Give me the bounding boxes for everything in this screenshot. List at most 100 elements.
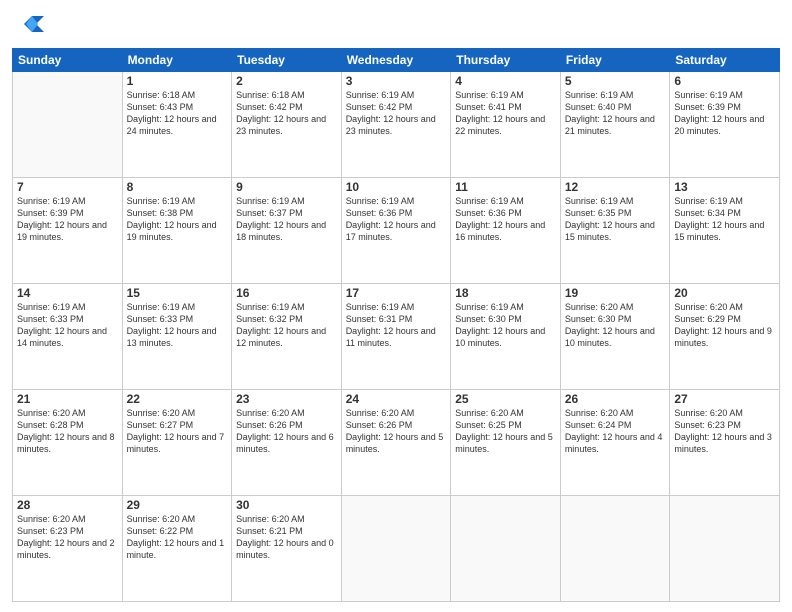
day-info: Sunrise: 6:19 AMSunset: 6:35 PMDaylight:… xyxy=(565,195,666,244)
day-info: Sunrise: 6:20 AMSunset: 6:27 PMDaylight:… xyxy=(127,407,228,456)
logo-icon xyxy=(12,10,44,42)
week-row-1: 7Sunrise: 6:19 AMSunset: 6:39 PMDaylight… xyxy=(13,178,780,284)
calendar-cell: 17Sunrise: 6:19 AMSunset: 6:31 PMDayligh… xyxy=(341,284,451,390)
calendar-cell xyxy=(560,496,670,602)
day-number: 6 xyxy=(674,74,775,88)
day-info: Sunrise: 6:20 AMSunset: 6:26 PMDaylight:… xyxy=(346,407,447,456)
calendar-cell: 26Sunrise: 6:20 AMSunset: 6:24 PMDayligh… xyxy=(560,390,670,496)
page-container: SundayMondayTuesdayWednesdayThursdayFrid… xyxy=(0,0,792,612)
calendar-cell: 5Sunrise: 6:19 AMSunset: 6:40 PMDaylight… xyxy=(560,72,670,178)
week-row-0: 1Sunrise: 6:18 AMSunset: 6:43 PMDaylight… xyxy=(13,72,780,178)
day-header-friday: Friday xyxy=(560,49,670,72)
day-number: 13 xyxy=(674,180,775,194)
day-info: Sunrise: 6:19 AMSunset: 6:33 PMDaylight:… xyxy=(17,301,118,350)
day-number: 3 xyxy=(346,74,447,88)
calendar-cell: 15Sunrise: 6:19 AMSunset: 6:33 PMDayligh… xyxy=(122,284,232,390)
day-info: Sunrise: 6:19 AMSunset: 6:36 PMDaylight:… xyxy=(346,195,447,244)
calendar-cell: 1Sunrise: 6:18 AMSunset: 6:43 PMDaylight… xyxy=(122,72,232,178)
calendar-cell: 18Sunrise: 6:19 AMSunset: 6:30 PMDayligh… xyxy=(451,284,561,390)
calendar-cell: 8Sunrise: 6:19 AMSunset: 6:38 PMDaylight… xyxy=(122,178,232,284)
calendar-cell: 2Sunrise: 6:18 AMSunset: 6:42 PMDaylight… xyxy=(232,72,342,178)
day-number: 25 xyxy=(455,392,556,406)
calendar-table: SundayMondayTuesdayWednesdayThursdayFrid… xyxy=(12,48,780,602)
calendar-cell: 4Sunrise: 6:19 AMSunset: 6:41 PMDaylight… xyxy=(451,72,561,178)
calendar-cell: 11Sunrise: 6:19 AMSunset: 6:36 PMDayligh… xyxy=(451,178,561,284)
calendar-cell: 9Sunrise: 6:19 AMSunset: 6:37 PMDaylight… xyxy=(232,178,342,284)
day-number: 28 xyxy=(17,498,118,512)
day-info: Sunrise: 6:18 AMSunset: 6:43 PMDaylight:… xyxy=(127,89,228,138)
day-info: Sunrise: 6:20 AMSunset: 6:23 PMDaylight:… xyxy=(17,513,118,562)
day-info: Sunrise: 6:19 AMSunset: 6:33 PMDaylight:… xyxy=(127,301,228,350)
day-number: 11 xyxy=(455,180,556,194)
calendar-cell xyxy=(341,496,451,602)
day-number: 14 xyxy=(17,286,118,300)
calendar-cell: 6Sunrise: 6:19 AMSunset: 6:39 PMDaylight… xyxy=(670,72,780,178)
day-number: 9 xyxy=(236,180,337,194)
calendar-cell: 13Sunrise: 6:19 AMSunset: 6:34 PMDayligh… xyxy=(670,178,780,284)
day-header-thursday: Thursday xyxy=(451,49,561,72)
day-info: Sunrise: 6:19 AMSunset: 6:31 PMDaylight:… xyxy=(346,301,447,350)
day-number: 18 xyxy=(455,286,556,300)
day-number: 1 xyxy=(127,74,228,88)
day-info: Sunrise: 6:19 AMSunset: 6:42 PMDaylight:… xyxy=(346,89,447,138)
day-info: Sunrise: 6:18 AMSunset: 6:42 PMDaylight:… xyxy=(236,89,337,138)
day-number: 21 xyxy=(17,392,118,406)
calendar-cell: 23Sunrise: 6:20 AMSunset: 6:26 PMDayligh… xyxy=(232,390,342,496)
day-info: Sunrise: 6:19 AMSunset: 6:34 PMDaylight:… xyxy=(674,195,775,244)
day-info: Sunrise: 6:19 AMSunset: 6:40 PMDaylight:… xyxy=(565,89,666,138)
logo xyxy=(12,10,48,42)
calendar-cell: 30Sunrise: 6:20 AMSunset: 6:21 PMDayligh… xyxy=(232,496,342,602)
calendar-cell: 27Sunrise: 6:20 AMSunset: 6:23 PMDayligh… xyxy=(670,390,780,496)
day-number: 26 xyxy=(565,392,666,406)
day-info: Sunrise: 6:19 AMSunset: 6:30 PMDaylight:… xyxy=(455,301,556,350)
day-header-row: SundayMondayTuesdayWednesdayThursdayFrid… xyxy=(13,49,780,72)
calendar-cell xyxy=(13,72,123,178)
day-number: 15 xyxy=(127,286,228,300)
day-number: 24 xyxy=(346,392,447,406)
day-header-sunday: Sunday xyxy=(13,49,123,72)
day-info: Sunrise: 6:20 AMSunset: 6:28 PMDaylight:… xyxy=(17,407,118,456)
day-number: 7 xyxy=(17,180,118,194)
day-info: Sunrise: 6:19 AMSunset: 6:41 PMDaylight:… xyxy=(455,89,556,138)
day-info: Sunrise: 6:20 AMSunset: 6:26 PMDaylight:… xyxy=(236,407,337,456)
week-row-3: 21Sunrise: 6:20 AMSunset: 6:28 PMDayligh… xyxy=(13,390,780,496)
week-row-2: 14Sunrise: 6:19 AMSunset: 6:33 PMDayligh… xyxy=(13,284,780,390)
calendar-cell: 25Sunrise: 6:20 AMSunset: 6:25 PMDayligh… xyxy=(451,390,561,496)
calendar-cell: 7Sunrise: 6:19 AMSunset: 6:39 PMDaylight… xyxy=(13,178,123,284)
calendar-cell: 10Sunrise: 6:19 AMSunset: 6:36 PMDayligh… xyxy=(341,178,451,284)
day-info: Sunrise: 6:19 AMSunset: 6:38 PMDaylight:… xyxy=(127,195,228,244)
day-header-wednesday: Wednesday xyxy=(341,49,451,72)
header xyxy=(12,10,780,42)
day-info: Sunrise: 6:20 AMSunset: 6:30 PMDaylight:… xyxy=(565,301,666,350)
calendar-cell: 28Sunrise: 6:20 AMSunset: 6:23 PMDayligh… xyxy=(13,496,123,602)
day-number: 20 xyxy=(674,286,775,300)
day-number: 12 xyxy=(565,180,666,194)
day-number: 5 xyxy=(565,74,666,88)
day-number: 22 xyxy=(127,392,228,406)
day-number: 23 xyxy=(236,392,337,406)
day-header-tuesday: Tuesday xyxy=(232,49,342,72)
calendar-cell xyxy=(670,496,780,602)
calendar-cell: 14Sunrise: 6:19 AMSunset: 6:33 PMDayligh… xyxy=(13,284,123,390)
calendar-cell xyxy=(451,496,561,602)
week-row-4: 28Sunrise: 6:20 AMSunset: 6:23 PMDayligh… xyxy=(13,496,780,602)
day-info: Sunrise: 6:20 AMSunset: 6:29 PMDaylight:… xyxy=(674,301,775,350)
day-number: 2 xyxy=(236,74,337,88)
day-info: Sunrise: 6:20 AMSunset: 6:21 PMDaylight:… xyxy=(236,513,337,562)
calendar-cell: 16Sunrise: 6:19 AMSunset: 6:32 PMDayligh… xyxy=(232,284,342,390)
day-number: 29 xyxy=(127,498,228,512)
day-number: 16 xyxy=(236,286,337,300)
day-info: Sunrise: 6:20 AMSunset: 6:22 PMDaylight:… xyxy=(127,513,228,562)
day-info: Sunrise: 6:19 AMSunset: 6:37 PMDaylight:… xyxy=(236,195,337,244)
calendar-cell: 22Sunrise: 6:20 AMSunset: 6:27 PMDayligh… xyxy=(122,390,232,496)
calendar-cell: 3Sunrise: 6:19 AMSunset: 6:42 PMDaylight… xyxy=(341,72,451,178)
day-number: 4 xyxy=(455,74,556,88)
calendar-cell: 21Sunrise: 6:20 AMSunset: 6:28 PMDayligh… xyxy=(13,390,123,496)
day-info: Sunrise: 6:19 AMSunset: 6:39 PMDaylight:… xyxy=(674,89,775,138)
day-info: Sunrise: 6:20 AMSunset: 6:24 PMDaylight:… xyxy=(565,407,666,456)
day-header-monday: Monday xyxy=(122,49,232,72)
calendar-cell: 12Sunrise: 6:19 AMSunset: 6:35 PMDayligh… xyxy=(560,178,670,284)
day-number: 19 xyxy=(565,286,666,300)
day-info: Sunrise: 6:20 AMSunset: 6:25 PMDaylight:… xyxy=(455,407,556,456)
calendar-cell: 24Sunrise: 6:20 AMSunset: 6:26 PMDayligh… xyxy=(341,390,451,496)
